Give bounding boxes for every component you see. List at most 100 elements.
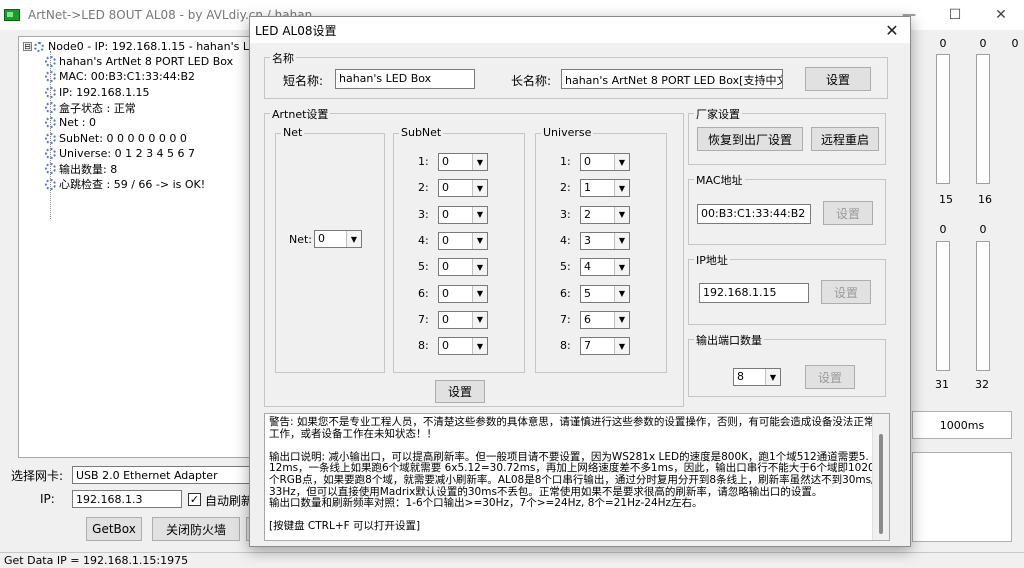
chevron-down-icon[interactable]: ▼ [346, 231, 361, 247]
warning-textbox[interactable]: 警告: 如果您不是专业工程人员，不清楚这些参数的具体意思，请谨慎进行这些参数的设… [264, 413, 890, 541]
universe-select[interactable]: 6 ▼ [580, 310, 630, 329]
ports-select-value: 8 [737, 370, 744, 383]
tree-item[interactable]: hahan's ArtNet 8 PORT LED Box [45, 54, 233, 69]
chevron-down-icon[interactable]: ▼ [614, 180, 629, 197]
name-set-button[interactable]: 设置 [805, 67, 871, 91]
subnet-select[interactable]: 0 ▼ [438, 310, 488, 329]
tree-root-node[interactable]: ⊟ Node0 - IP: 192.168.1.15 - hahan's LED… [23, 40, 253, 53]
auto-refresh-checkbox[interactable]: ✓ [188, 493, 201, 506]
tree-item[interactable]: MAC: 00:B3:C1:33:44:B2 [45, 69, 233, 84]
chevron-down-icon[interactable]: ▼ [472, 259, 487, 276]
universe-select[interactable]: 2 ▼ [580, 205, 630, 224]
subnet-select[interactable]: 0 ▼ [438, 258, 488, 277]
tree-item-label: SubNet: 0 0 0 0 0 0 0 0 [59, 131, 187, 145]
subnet-select-value: 0 [442, 286, 449, 300]
chevron-down-icon[interactable]: ▼ [614, 154, 629, 170]
chevron-down-icon[interactable]: ▼ [472, 154, 487, 170]
subnet-row-label: 7: [418, 312, 429, 326]
mac-group: MAC地址 00:B3:C1:33:44:B2 设置 [688, 172, 886, 245]
channel-slider[interactable] [936, 54, 950, 184]
chevron-down-icon[interactable]: ▼ [472, 206, 487, 223]
universe-select[interactable]: 7 ▼ [580, 337, 630, 356]
close-icon[interactable]: ✕ [978, 0, 1024, 30]
universe-select[interactable]: 1 ▼ [580, 179, 630, 198]
channel-slider[interactable] [936, 241, 950, 371]
node-tree[interactable]: ⊟ Node0 - IP: 192.168.1.15 - hahan's LED… [18, 36, 254, 458]
short-name-input[interactable]: hahan's LED Box [335, 69, 475, 89]
mac-input[interactable]: 00:B3:C1:33:44:B2 [697, 204, 811, 224]
chevron-down-icon[interactable]: ▼ [614, 259, 629, 276]
subnet-select[interactable]: 0 ▼ [438, 205, 488, 224]
factory-reset-button[interactable]: 恢复到出厂设置 [697, 127, 803, 151]
tree-item[interactable]: 心跳检查 : 59 / 66 -> is OK! [45, 176, 233, 191]
chevron-down-icon[interactable]: ▼ [614, 285, 629, 302]
universe-row-label: 7: [560, 312, 571, 326]
chevron-down-icon[interactable]: ▼ [614, 338, 629, 355]
subnet-select-value: 0 [442, 155, 449, 168]
universe-group-title: Universe [541, 126, 594, 139]
tree-item[interactable]: SubNet: 0 0 0 0 0 0 0 0 [45, 130, 233, 145]
channel-slider[interactable] [976, 241, 990, 371]
artnet-set-button[interactable]: 设置 [435, 380, 485, 403]
ip-set-button[interactable]: 设置 [821, 280, 871, 304]
tree-item[interactable]: 盒子状态 : 正常 [45, 100, 233, 115]
channel-value: 0 [939, 223, 947, 236]
subnet-select[interactable]: 0 ▼ [438, 179, 488, 198]
chevron-down-icon[interactable]: ▼ [614, 311, 629, 328]
channel-slider[interactable] [976, 54, 990, 184]
universe-row-label: 3: [560, 207, 571, 221]
long-name-input[interactable]: hahan's ArtNet 8 PORT LED Box[支持中文) [561, 69, 783, 89]
local-ip-field[interactable]: 192.168.1.3 [72, 490, 182, 508]
getbox-button[interactable]: GetBox [86, 517, 142, 541]
chevron-down-icon[interactable]: ▼ [472, 180, 487, 197]
chevron-down-icon[interactable]: ▼ [614, 232, 629, 249]
firewall-button[interactable]: 关闭防火墙 [152, 517, 240, 541]
tree-item[interactable]: Universe: 0 1 2 3 4 5 6 7 [45, 146, 233, 161]
universe-select-value: 3 [584, 233, 591, 247]
nic-label: 选择网卡: [11, 469, 64, 483]
collapse-icon[interactable]: ⊟ [23, 42, 32, 51]
node-icon [45, 56, 56, 68]
ports-group-title: 输出端口数量 [694, 332, 764, 348]
ports-select[interactable]: 8 ▼ [733, 368, 781, 386]
tree-item[interactable]: IP: 192.168.1.15 [45, 85, 233, 100]
universe-select-value: 5 [584, 286, 591, 300]
warning-scrollbar[interactable] [872, 414, 889, 540]
subnet-select[interactable]: 0 ▼ [438, 284, 488, 303]
chevron-down-icon[interactable]: ▼ [472, 285, 487, 302]
ip-input[interactable]: 192.168.1.15 [699, 283, 809, 303]
scrollbar-thumb[interactable] [879, 434, 883, 534]
universe-select[interactable]: 4 ▼ [580, 258, 630, 277]
universe-select[interactable]: 0 ▼ [580, 153, 630, 171]
tree-item[interactable]: 输出数量: 8 [45, 161, 233, 176]
artnet-group-title: Artnet设置 [270, 106, 331, 122]
subnet-select[interactable]: 0 ▼ [438, 337, 488, 356]
universe-select[interactable]: 3 ▼ [580, 231, 630, 250]
artnet-group: Artnet设置 Net Net: 0 ▼ SubNet 1: 0 ▼ 2: 0 ▼ 3: 0… [264, 106, 684, 407]
factory-group-title: 厂家设置 [694, 106, 742, 122]
subnet-select[interactable]: 0 ▼ [438, 231, 488, 250]
auto-refresh-label: 自动刷新 [205, 494, 254, 508]
chevron-down-icon[interactable]: ▼ [472, 338, 487, 355]
universe-select[interactable]: 5 ▼ [580, 284, 630, 303]
ports-set-button[interactable]: 设置 [805, 365, 855, 389]
universe-select-value: 1 [584, 181, 591, 195]
net-select[interactable]: 0 ▼ [314, 230, 362, 248]
maximize-icon[interactable]: ☐ [932, 0, 978, 30]
chevron-down-icon[interactable]: ▼ [472, 232, 487, 249]
dialog-close-icon[interactable]: ✕ [874, 17, 910, 43]
chevron-down-icon[interactable]: ▼ [472, 311, 487, 328]
long-name-label: 长名称: [511, 74, 552, 88]
tree-item[interactable]: Net : 0 [45, 115, 233, 130]
ports-group: 输出端口数量 8 ▼ 设置 [688, 332, 886, 397]
subnet-select-value: 0 [442, 312, 449, 326]
mac-set-button[interactable]: 设置 [823, 201, 873, 225]
subnet-select[interactable]: 0 ▼ [438, 153, 488, 171]
subnet-group: SubNet 1: 0 ▼ 2: 0 ▼ 3: 0 ▼ 4: 0 ▼ 5: 0 ▼ 6: 0 ▼ 7: 0 ▼ 8: 0 ▼ [393, 126, 525, 373]
remote-reboot-button[interactable]: 远程重启 [811, 127, 879, 151]
universe-select-value: 7 [584, 339, 591, 353]
nic-select[interactable]: USB 2.0 Ethernet Adapter [72, 466, 256, 484]
universe-select-value: 6 [584, 312, 591, 326]
chevron-down-icon[interactable]: ▼ [765, 369, 780, 385]
chevron-down-icon[interactable]: ▼ [614, 206, 629, 223]
